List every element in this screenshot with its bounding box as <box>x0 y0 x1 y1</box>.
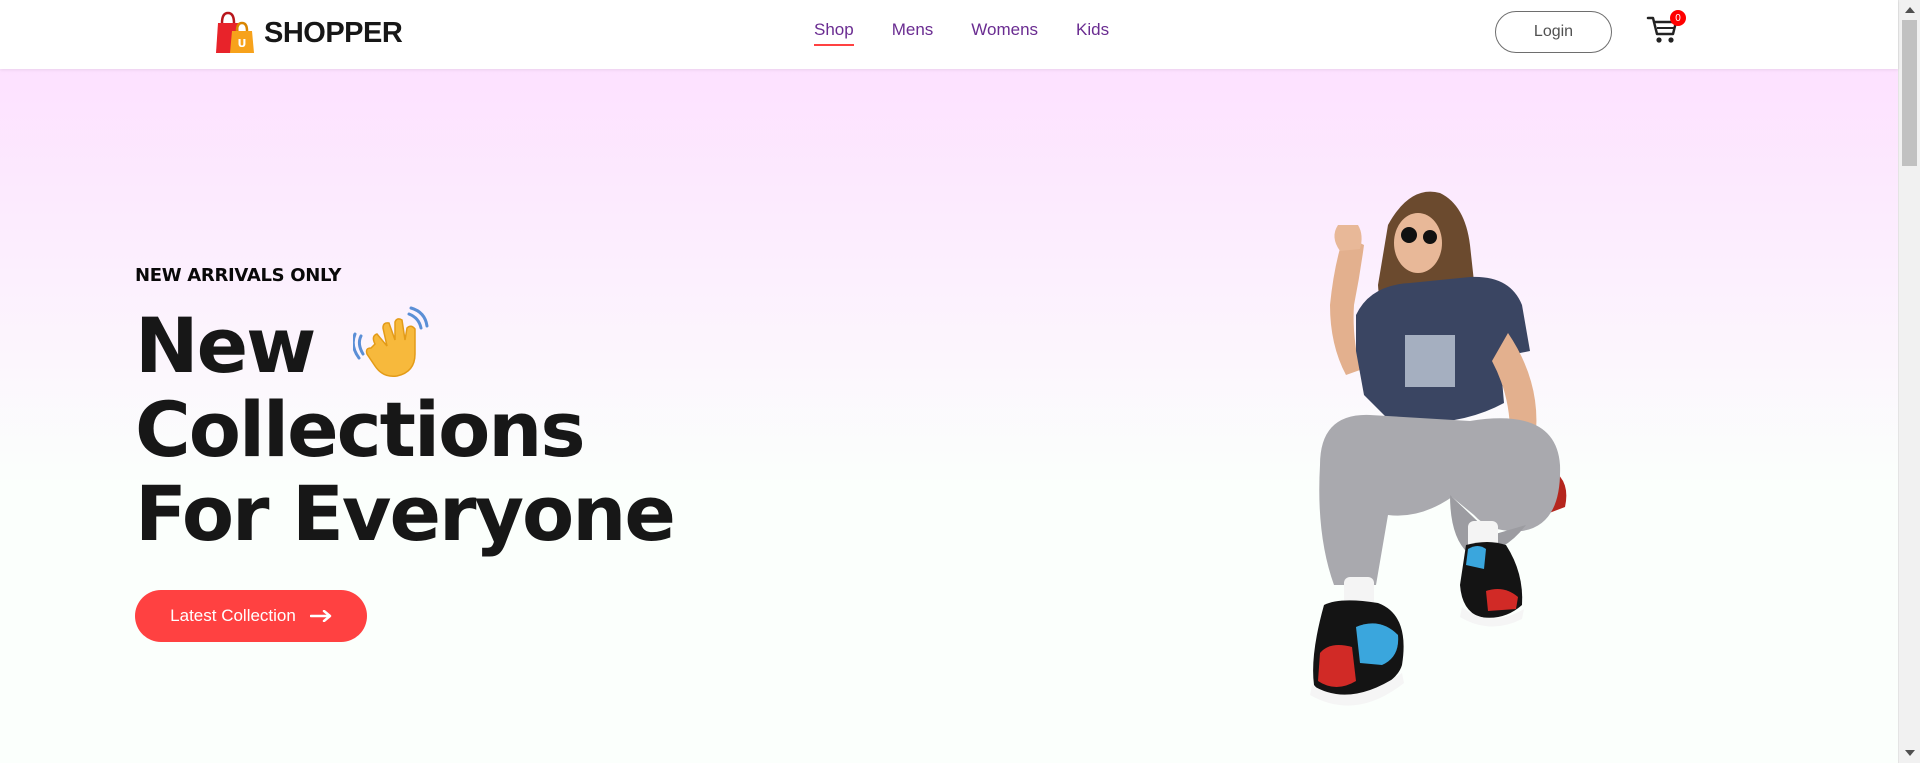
brand-name: SHOPPER <box>264 16 403 49</box>
nav-item-shop[interactable]: Shop <box>814 20 854 46</box>
nav-item-womens[interactable]: Womens <box>971 20 1038 46</box>
logo[interactable]: U SHOPPER <box>210 9 403 57</box>
navbar: U SHOPPER Shop Mens Womens Kids Login 0 <box>0 0 1898 69</box>
nav-item-kids[interactable]: Kids <box>1076 20 1109 46</box>
waving-hand-icon <box>352 306 429 378</box>
scrollbar-thumb[interactable] <box>1902 20 1917 166</box>
hero-tag: NEW ARRIVALS ONLY <box>135 265 342 286</box>
cart-count-badge: 0 <box>1670 10 1686 26</box>
hero-line-2: Collections <box>135 385 586 474</box>
shopping-bag-icon: U <box>216 11 254 53</box>
scrollbar[interactable] <box>1898 0 1920 763</box>
cart-button[interactable]: 0 <box>1646 10 1686 48</box>
hero-model-image <box>1310 191 1567 706</box>
cta-label: Latest Collection <box>170 606 296 625</box>
arrow-right-icon <box>309 610 332 622</box>
latest-collection-button[interactable]: Latest Collection <box>135 590 367 642</box>
hero-section: NEW ARRIVALS ONLY New Collections For Ev… <box>0 69 1898 763</box>
hero-text: NEW ARRIVALS ONLY New Collections For Ev… <box>135 265 676 558</box>
nav-menu: Shop Mens Womens Kids <box>814 20 1147 46</box>
login-button[interactable]: Login <box>1495 11 1612 53</box>
hero-line-3: For Everyone <box>135 469 676 558</box>
hero-line-1: New <box>135 304 674 388</box>
hero-line-1-text: New <box>135 301 316 390</box>
nav-item-mens[interactable]: Mens <box>892 20 934 46</box>
scroll-down-icon[interactable] <box>1905 750 1915 756</box>
svg-text:U: U <box>238 37 247 50</box>
scroll-up-icon[interactable] <box>1905 7 1915 13</box>
